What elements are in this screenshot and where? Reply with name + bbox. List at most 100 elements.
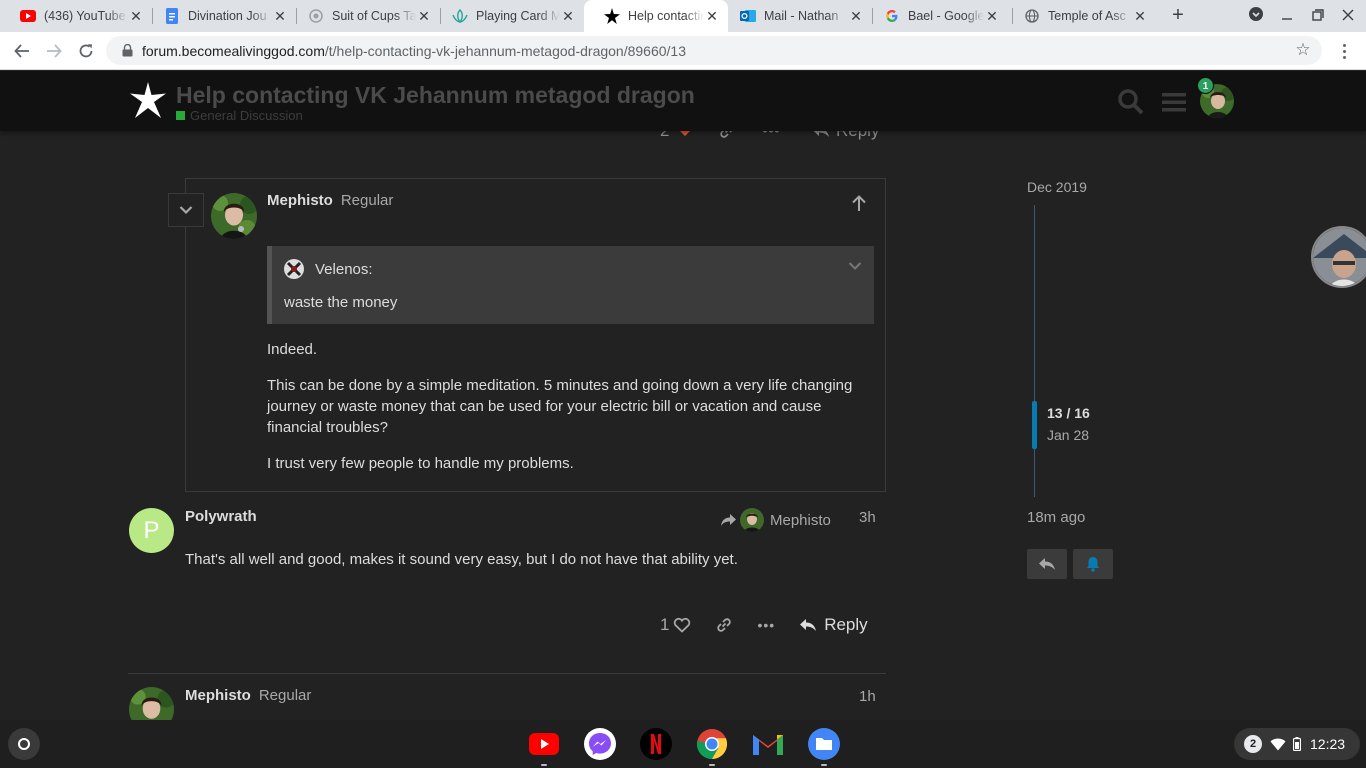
close-icon[interactable]: ✕: [416, 8, 432, 24]
polywrath-avatar[interactable]: P: [129, 508, 174, 553]
post-date[interactable]: 3h: [859, 509, 876, 526]
notification-badge[interactable]: 1: [1197, 77, 1214, 94]
mephisto-avatar[interactable]: [129, 687, 174, 720]
quote-text: waste the money: [284, 294, 398, 311]
more-icon[interactable]: •••: [757, 617, 775, 633]
netflix-icon[interactable]: [639, 727, 673, 761]
embedded-post-meta: Mephisto Regular: [267, 192, 393, 209]
timeline-handle[interactable]: [1032, 401, 1037, 449]
timeline-scrollarea[interactable]: [1034, 205, 1035, 497]
google-docs-icon: [164, 8, 180, 24]
tab-divination-journal[interactable]: Divination Jou ✕: [144, 0, 296, 32]
tab-title: Mail - Nathan: [764, 9, 839, 23]
share-arrow-icon: [721, 514, 736, 526]
tab-suit-of-cups[interactable]: Suit of Cups Ta ✕: [288, 0, 440, 32]
post-author[interactable]: Polywrath: [185, 508, 257, 525]
post-date[interactable]: 1h: [859, 688, 876, 705]
close-icon[interactable]: ✕: [704, 8, 720, 24]
status-tray[interactable]: 2 12:23: [1234, 728, 1360, 760]
reply-button[interactable]: Reply: [799, 615, 868, 635]
back-button[interactable]: [11, 40, 33, 62]
lock-icon[interactable]: [120, 44, 134, 58]
reply-arrow-icon: [800, 619, 817, 631]
gmail-icon[interactable]: [751, 727, 785, 761]
bell-icon: [1087, 557, 1099, 572]
tab-mail[interactable]: Mail - Nathan ✕: [720, 0, 872, 32]
timeline-position-date: Jan 28: [1047, 427, 1090, 443]
tab-playing-card[interactable]: Playing Card M ✕: [432, 0, 584, 32]
arrow-up-icon[interactable]: [851, 194, 867, 212]
close-icon[interactable]: ✕: [272, 8, 288, 24]
hamburger-menu-icon[interactable]: [1160, 88, 1188, 116]
timeline-end-date[interactable]: 18m ago: [1027, 509, 1085, 526]
youtube-icon: [20, 8, 36, 24]
tab-youtube[interactable]: (436) YouTube ✕: [0, 0, 152, 32]
chrome-icon[interactable]: [695, 727, 729, 761]
star-logo-icon: [604, 8, 620, 24]
next-post-author[interactable]: Mephisto: [185, 687, 251, 704]
topic-category[interactable]: General Discussion: [176, 108, 303, 123]
close-icon[interactable]: ✕: [984, 8, 1000, 24]
timeline-reply-button[interactable]: [1027, 549, 1067, 579]
embedded-post-paragraph: Indeed.: [267, 341, 318, 358]
messenger-icon[interactable]: [583, 727, 617, 761]
close-icon[interactable]: ✕: [560, 8, 576, 24]
link-icon[interactable]: [715, 616, 733, 634]
quote-header: Velenos:: [284, 259, 373, 279]
search-icon[interactable]: [1117, 88, 1145, 116]
like-count: 1: [660, 615, 670, 634]
tab-title: Temple of Asc: [1048, 9, 1126, 23]
browser-menu-button[interactable]: [1334, 40, 1354, 62]
category-color-swatch: [176, 111, 185, 120]
tab-help-contacting[interactable]: Help contactin ✕: [584, 0, 728, 32]
url-text: forum.becomealivinggod.com/t/help-contac…: [142, 43, 686, 59]
tab-search-button[interactable]: [1246, 6, 1266, 26]
quote-block: Velenos: waste the money: [267, 246, 874, 324]
outlook-icon: [740, 8, 756, 24]
reply-to-username: Mephisto: [770, 511, 831, 529]
topic-title[interactable]: Help contacting VK Jehannum metagod drag…: [176, 82, 695, 109]
minimize-button[interactable]: [1277, 6, 1297, 26]
embedded-reply-card: [185, 178, 886, 492]
globe-icon: [1024, 8, 1040, 24]
topic-header: Help contacting VK Jehannum metagod drag…: [0, 71, 1366, 131]
category-name: General Discussion: [190, 108, 303, 123]
youtube-icon[interactable]: [527, 727, 561, 761]
url-domain: forum.becomealivinggod.com: [142, 42, 325, 59]
tab-temple-of-ascension[interactable]: Temple of Asc ✕: [1004, 0, 1156, 32]
collapse-embedded-button[interactable]: [168, 193, 204, 227]
heart-outline-icon[interactable]: [673, 617, 691, 633]
clock-time: 12:23: [1310, 736, 1346, 752]
reply-to-avatar: [740, 508, 764, 532]
close-window-button[interactable]: [1338, 6, 1358, 26]
notification-bell-button[interactable]: [1073, 549, 1113, 579]
notification-count[interactable]: 2: [1244, 735, 1262, 753]
tab-bael-google-search[interactable]: Bael - Google S ✕: [864, 0, 1008, 32]
close-icon[interactable]: ✕: [128, 8, 144, 24]
new-tab-button[interactable]: +: [1166, 4, 1190, 28]
embedded-post-user-title: Regular: [340, 192, 394, 209]
battery-icon: [1293, 737, 1301, 751]
velenos-avatar: [284, 259, 304, 279]
mephisto-avatar[interactable]: [211, 193, 257, 239]
embedded-post-author[interactable]: Mephisto: [267, 192, 333, 209]
site-logo[interactable]: [128, 81, 168, 121]
quote-expand-icon[interactable]: [848, 258, 864, 270]
floating-chat-avatar[interactable]: [1311, 226, 1366, 288]
close-icon[interactable]: ✕: [848, 8, 864, 24]
reply-label: Reply: [824, 615, 868, 634]
address-bar[interactable]: forum.becomealivinggod.com/t/help-contac…: [106, 36, 1322, 65]
tab-title: Suit of Cups Ta: [332, 9, 416, 23]
launcher-button[interactable]: [8, 728, 40, 760]
close-icon[interactable]: ✕: [1132, 8, 1148, 24]
restore-button[interactable]: [1308, 6, 1328, 26]
reply-to-tab[interactable]: Mephisto: [720, 508, 831, 532]
timeline-position: 13 / 16: [1047, 405, 1090, 421]
files-icon[interactable]: [807, 727, 841, 761]
reload-button[interactable]: [75, 40, 97, 62]
timeline-start-date[interactable]: Dec 2019: [1027, 179, 1087, 195]
lotus-icon: [452, 8, 468, 24]
bookmark-star-icon[interactable]: ☆: [1294, 41, 1312, 59]
post-body: That's all well and good, makes it sound…: [185, 551, 738, 568]
forward-button[interactable]: [43, 40, 65, 62]
